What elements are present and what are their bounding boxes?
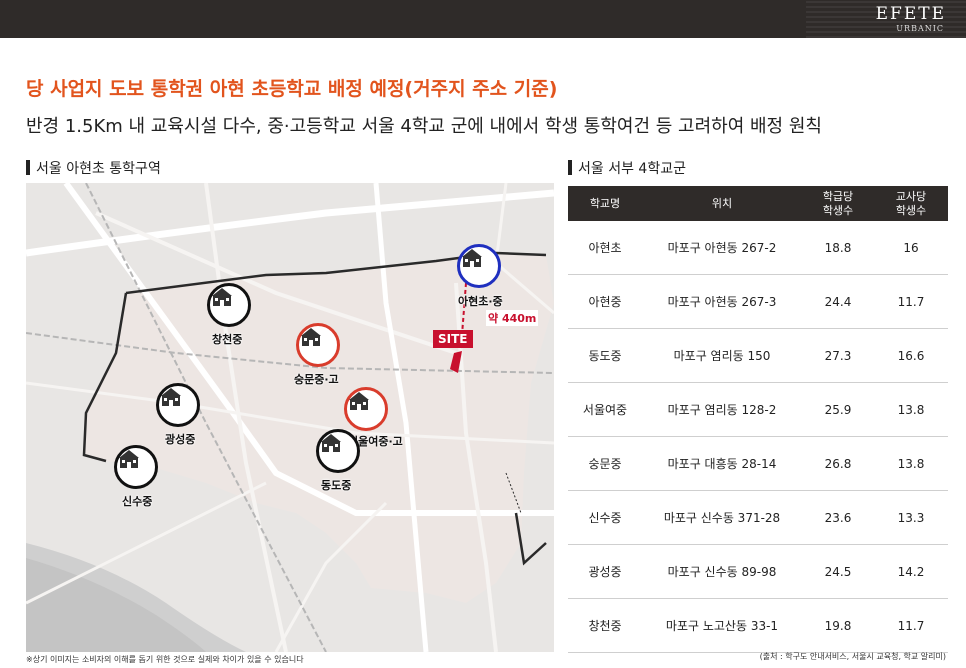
cell-per-class: 19.8 [802,598,874,653]
cell-per-teacher: 14.2 [874,544,948,599]
distance-label: 약 440m [486,310,539,326]
table-section-title: 서울 서부 4학교군 [568,158,686,178]
school-icon [212,288,232,306]
cell-per-class: 23.6 [802,490,874,545]
table-row: 아현중 마포구 아현동 267-3 24.4 11.7 [568,274,948,329]
cell-school: 광성중 [568,544,642,599]
map-section-title-text: 서울 아현초 통학구역 [36,161,161,177]
table-header-row: 학교명 위치 학급당 학생수 교사당 학생수 [568,186,948,221]
header-students-per-teacher: 교사당 학생수 [874,186,948,221]
cell-location: 마포구 아현동 267-3 [642,274,802,329]
school-name: 광성중 [165,433,196,446]
school-marker-ahyeon[interactable] [457,244,501,288]
cell-per-class: 24.4 [802,274,874,329]
cell-per-teacher: 13.8 [874,382,948,437]
cell-location: 마포구 대흥동 28-14 [642,436,802,491]
site-marker-label[interactable]: SITE [433,330,473,348]
school-name: 아현초·중 [458,295,503,308]
cell-per-teacher: 16 [874,221,948,275]
section-bar-icon [568,160,572,175]
table-row: 창천중 마포구 노고산동 33-1 19.8 11.7 [568,598,948,653]
school-marker-seoul-girls[interactable] [344,387,388,431]
cell-per-teacher: 16.6 [874,328,948,383]
cell-location: 마포구 아현동 267-2 [642,221,802,275]
cell-per-class: 24.5 [802,544,874,599]
table-row: 신수중 마포구 신수동 371-28 23.6 13.3 [568,490,948,545]
table-row: 서울여중 마포구 염리동 128-2 25.9 13.8 [568,382,948,437]
header-students-per-class: 학급당 학생수 [802,186,874,221]
section-bar-icon [26,160,30,175]
cell-school: 신수중 [568,490,642,545]
table-row: 동도중 마포구 염리동 150 27.3 16.6 [568,328,948,383]
school-icon [321,434,341,452]
table-row: 아현초 마포구 아현동 267-2 18.8 16 [568,221,948,275]
school-marker-sungmun[interactable] [296,323,340,367]
cell-per-teacher: 13.8 [874,436,948,491]
cell-per-teacher: 11.7 [874,598,948,653]
cell-school: 아현초 [568,221,642,275]
cell-per-teacher: 11.7 [874,274,948,329]
cell-per-teacher: 13.3 [874,490,948,545]
school-icon [301,328,321,346]
table-row: 광성중 마포구 신수동 89-98 24.5 14.2 [568,544,948,599]
school-table: 학교명 위치 학급당 학생수 교사당 학생수 아현초 마포구 아현동 267-2 1… [568,186,948,653]
school-icon [462,249,482,267]
headline: 당 사업지 도보 통학권 아현 초등학교 배정 예정(거주지 주소 기준) [26,78,558,100]
cell-school: 서울여중 [568,382,642,437]
subheadline: 반경 1.5Km 내 교육시설 다수, 중·고등학교 서울 4학교 군에 내에서… [26,116,822,137]
header-school-name: 학교명 [568,186,642,221]
school-district-map: 창천중 광성중 신수중 숭문중·고 서울여중·고 동도중 아현초·중 [26,183,554,652]
cell-school: 숭문중 [568,436,642,491]
school-name: 동도중 [321,479,352,492]
brand-logo: EFETE URBANIC [806,0,966,38]
cell-school: 창천중 [568,598,642,653]
school-marker-sinsu[interactable] [114,445,158,489]
map-section-title: 서울 아현초 통학구역 [26,158,161,178]
cell-school: 동도중 [568,328,642,383]
table-row: 숭문중 마포구 대흥동 28-14 26.8 13.8 [568,436,948,491]
school-name: 숭문중·고 [294,373,339,386]
school-name: 신수중 [122,495,153,508]
cell-per-class: 18.8 [802,221,874,275]
cell-location: 마포구 신수동 89-98 [642,544,802,599]
header-students-per-class-text: 학급당 학생수 [822,189,854,217]
cell-per-class: 25.9 [802,382,874,437]
school-icon [349,392,369,410]
header-location: 위치 [642,186,802,221]
table-section-title-text: 서울 서부 4학교군 [578,161,686,177]
cell-school: 아현중 [568,274,642,329]
footnote: ※상기 이미지는 소비자의 이해를 돕기 위한 것으로 실제와 차이가 있을 수… [26,655,304,664]
cell-location: 마포구 신수동 371-28 [642,490,802,545]
cell-location: 마포구 염리동 128-2 [642,382,802,437]
brand-sub: URBANIC [896,24,944,33]
school-icon [119,450,139,468]
school-marker-gwangseong[interactable] [156,383,200,427]
school-name: 창천중 [212,333,243,346]
source-note: (출처 : 학구도 안내서비스, 서울시 교육청, 학교 알리미) [759,652,946,661]
cell-location: 마포구 노고산동 33-1 [642,598,802,653]
school-marker-dongdo[interactable] [316,429,360,473]
header-students-per-teacher-text: 교사당 학생수 [895,189,927,217]
school-marker-changcheon[interactable] [207,283,251,327]
brand-name: EFETE [875,4,946,24]
cell-per-class: 27.3 [802,328,874,383]
cell-location: 마포구 염리동 150 [642,328,802,383]
school-icon [161,388,181,406]
cell-per-class: 26.8 [802,436,874,491]
